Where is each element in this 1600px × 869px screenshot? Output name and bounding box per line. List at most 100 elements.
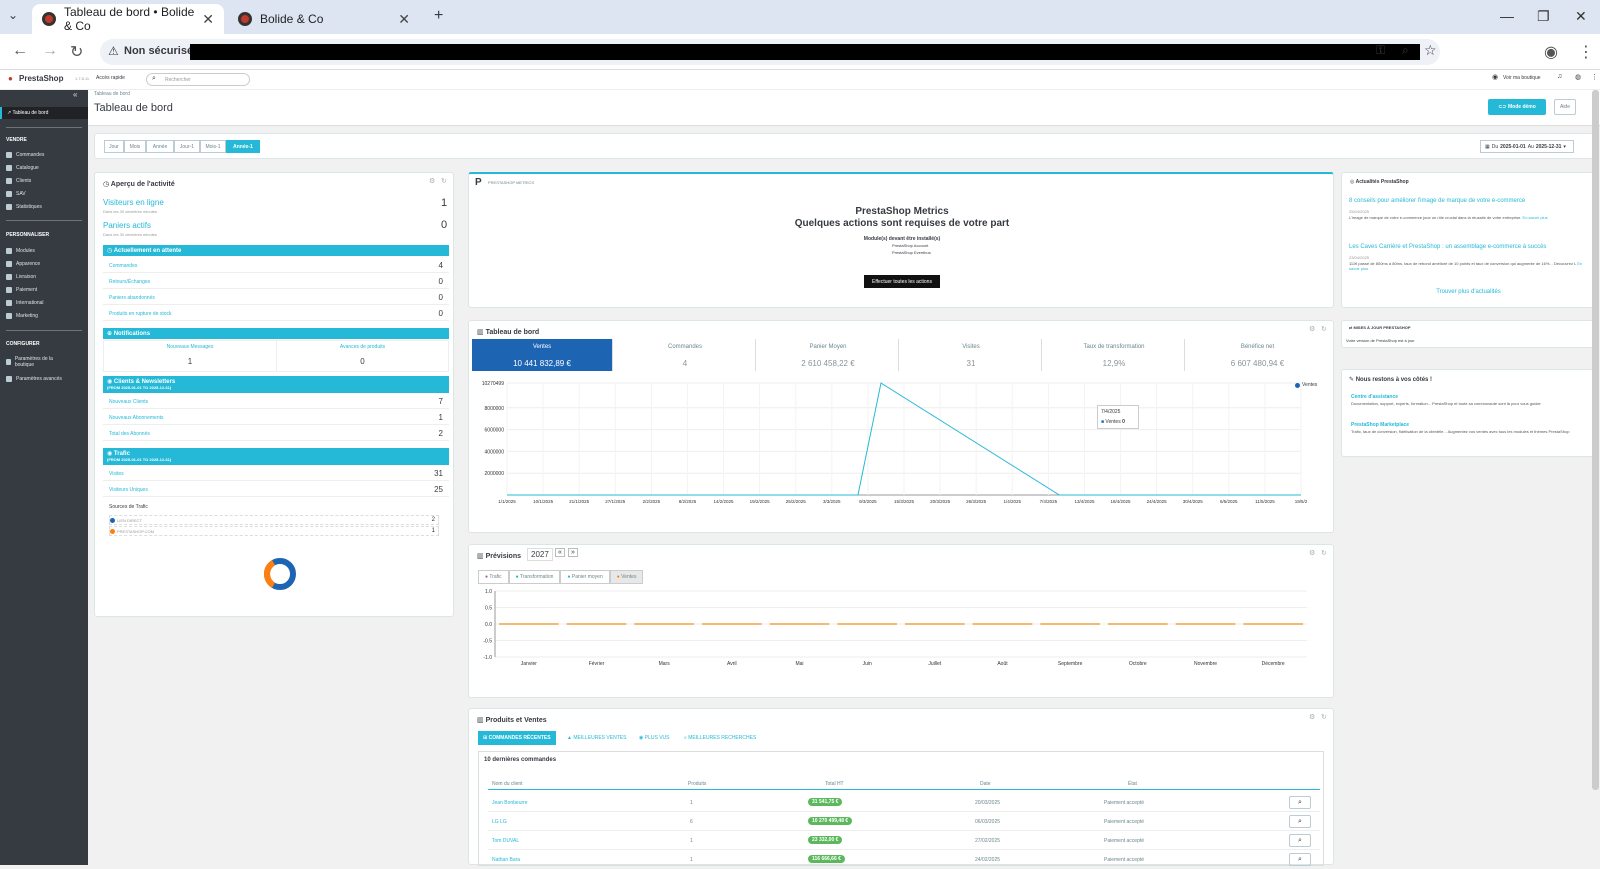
read-more-link[interactable]: En savoir plus: [1523, 215, 1548, 220]
kpi-avg-cart[interactable]: Panier Moyen 2 610 458,22 €: [758, 339, 899, 371]
new-clients-row[interactable]: Nouveaux Clients 7: [103, 395, 449, 409]
forecast-tab-conversion[interactable]: ● Transformation: [508, 570, 561, 584]
more-icon[interactable]: ⋮: [1591, 73, 1598, 81]
new-subscriptions-row[interactable]: Nouveaux Abonnements 1: [103, 411, 449, 425]
breadcrumb[interactable]: Tableau de bord: [94, 91, 130, 97]
tab-shop[interactable]: Bolide & Co ✕: [228, 4, 420, 34]
help-button[interactable]: Aide: [1554, 99, 1576, 115]
back-icon[interactable]: ←: [12, 42, 28, 60]
sidebar-item-orders[interactable]: Commandes: [6, 152, 44, 158]
kpi-conversion[interactable]: Taux de transformation 12,9%: [1044, 339, 1185, 371]
online-visitors-link[interactable]: Visiteurs en ligne: [103, 198, 164, 207]
period-button-5[interactable]: Année-1: [226, 140, 260, 153]
news-item-link[interactable]: Les Caves Carrière et PrestaShop : un as…: [1349, 244, 1589, 250]
sidebar-item-sav[interactable]: SAV: [6, 191, 26, 197]
kpi-net-profit[interactable]: Bénéfice net 6 607 480,94 €: [1187, 339, 1328, 371]
customer-name-link[interactable]: Jean Bonbeurre: [492, 800, 528, 806]
sidebar-item-advanced-params[interactable]: Paramètres avancés: [6, 376, 62, 382]
refresh-icon[interactable]: ↻: [1321, 549, 1327, 557]
sidebar-item-dashboard[interactable]: ↗ Tableau de bord: [0, 107, 88, 119]
out-of-stock-row[interactable]: Produits en rupture de stock 0: [103, 307, 449, 321]
tab-list-button[interactable]: ⌄: [8, 8, 18, 22]
unique-visitors-row[interactable]: Visiteurs Uniques 25: [103, 483, 449, 497]
sidebar-item-shipping[interactable]: Livraison: [6, 274, 36, 280]
config-icon[interactable]: ⚙: [1309, 713, 1315, 721]
marketplace-link[interactable]: PrestaShop Marketplace: [1351, 422, 1409, 428]
period-button-2[interactable]: Année: [146, 140, 174, 153]
more-news-link[interactable]: Trouver plus d'actualités: [1342, 289, 1595, 295]
sidebar-item-payment[interactable]: Paiement: [6, 287, 37, 293]
forecast-tab-sales[interactable]: ● Ventes: [609, 570, 644, 584]
product-reviews-cell[interactable]: Avances de produits 0: [277, 341, 448, 371]
address-bar[interactable]: ⚠ Non sécurisé ⚿ ⌕ ☆: [100, 39, 1440, 65]
forecast-tab-traffic[interactable]: ● Trafic: [478, 570, 509, 584]
abandoned-carts-row[interactable]: Paniers abandonnés 0: [103, 291, 449, 305]
minimize-button[interactable]: —: [1500, 8, 1514, 24]
active-carts-link[interactable]: Paniers actifs: [103, 221, 151, 230]
collapse-sidebar-icon[interactable]: «: [73, 90, 77, 99]
refresh-icon[interactable]: ↻: [441, 177, 447, 185]
bookmark-star-icon[interactable]: ☆: [1424, 42, 1437, 59]
kpi-visits[interactable]: Visites 31: [901, 339, 1042, 371]
customer-name-link[interactable]: Nathan Bara: [492, 857, 520, 863]
config-icon[interactable]: ⚙: [1309, 549, 1315, 557]
config-icon[interactable]: ⚙: [1309, 325, 1315, 333]
kpi-orders[interactable]: Commandes 4: [615, 339, 756, 371]
close-tab-icon[interactable]: ✕: [202, 11, 214, 28]
news-item-link[interactable]: 8 conseils pour améliorer l'image de mar…: [1349, 198, 1589, 204]
period-button-4[interactable]: Mois-1: [200, 140, 226, 153]
page-scrollbar[interactable]: [1592, 90, 1599, 790]
visits-row[interactable]: Visites 31: [103, 467, 449, 481]
admin-search-input[interactable]: ⌕ Rechercher: [146, 73, 250, 86]
tab-dashboard[interactable]: Tableau de bord • Bolide & Co ✕: [32, 4, 224, 34]
key-icon[interactable]: ⚿: [1376, 43, 1385, 58]
tab-recent-orders[interactable]: ⊞ COMMANDES RÉCENTES: [478, 731, 556, 745]
forecast-tab-avg-cart[interactable]: ● Panier moyen: [560, 570, 610, 584]
sidebar-item-modules[interactable]: Modules: [6, 248, 35, 254]
user-account-icon[interactable]: ◍: [1575, 73, 1581, 81]
tab-most-viewed[interactable]: ◉ PLUS VUS: [639, 735, 670, 741]
view-shop-link[interactable]: Voir ma boutique: [1503, 75, 1541, 81]
pending-orders-row[interactable]: Commandes 4: [103, 259, 449, 273]
total-subscribers-row[interactable]: Total des Abonnés 2: [103, 427, 449, 441]
view-order-button[interactable]: ⌕: [1289, 796, 1311, 809]
sidebar-item-customers[interactable]: Clients: [6, 178, 31, 184]
kpi-sales[interactable]: Ventes 10 441 832,89 €: [472, 339, 613, 371]
close-tab-icon[interactable]: ✕: [398, 11, 410, 28]
notification-bell-icon[interactable]: ♫: [1557, 73, 1562, 80]
perform-actions-button[interactable]: Effectuer toutes les actions: [864, 275, 940, 288]
sidebar-item-catalog[interactable]: Catalogue: [6, 165, 39, 171]
period-button-0[interactable]: Jour: [104, 140, 124, 153]
sidebar-item-stats[interactable]: Statistiques: [6, 204, 42, 210]
customer-name-link[interactable]: Tom DUVAL: [492, 838, 519, 844]
pending-returns-row[interactable]: Retours/Échanges 0: [103, 275, 449, 289]
reload-icon[interactable]: ↻: [70, 42, 83, 62]
tab-best-sellers[interactable]: ▲ MEILLEURES VENTES: [567, 735, 626, 741]
period-button-3[interactable]: Jour-1: [174, 140, 200, 153]
date-range-picker[interactable]: ▦ Du 2025-01-01 Au 2025-12-31 ▾: [1480, 140, 1574, 153]
refresh-icon[interactable]: ↻: [1321, 325, 1327, 333]
view-order-button[interactable]: ⌕: [1289, 853, 1311, 866]
forward-icon[interactable]: →: [42, 42, 58, 60]
prestashop-logo[interactable]: ●: [8, 74, 13, 83]
profile-icon[interactable]: ◉: [1544, 42, 1558, 62]
config-icon[interactable]: ⚙: [429, 177, 435, 185]
customer-name-link[interactable]: LG LG: [492, 819, 507, 825]
close-window-button[interactable]: ✕: [1575, 8, 1587, 25]
tab-top-searches[interactable]: ⌕ MEILLEURES RECHERCHES: [684, 735, 756, 741]
help-center-link[interactable]: Centre d'assistance: [1351, 394, 1398, 400]
period-button-1[interactable]: Mois: [124, 140, 146, 153]
zoom-icon[interactable]: ⌕: [1402, 43, 1409, 58]
demo-mode-button[interactable]: ⊂⊃ Mode démo: [1488, 99, 1546, 115]
sidebar-item-international[interactable]: International: [6, 300, 44, 306]
menu-icon[interactable]: ⋮: [1578, 42, 1594, 62]
refresh-icon[interactable]: ↻: [1321, 713, 1327, 721]
new-messages-cell[interactable]: Nouveaux Messages 1: [104, 341, 277, 371]
next-year-button[interactable]: »: [568, 548, 578, 557]
previous-year-button[interactable]: «: [555, 548, 565, 557]
restore-button[interactable]: ❐: [1537, 8, 1550, 25]
view-order-button[interactable]: ⌕: [1289, 815, 1311, 828]
quick-access-dropdown[interactable]: Accès rapide: [96, 75, 125, 81]
view-order-button[interactable]: ⌕: [1289, 834, 1311, 847]
sidebar-item-appearance[interactable]: Apparence: [6, 261, 40, 267]
